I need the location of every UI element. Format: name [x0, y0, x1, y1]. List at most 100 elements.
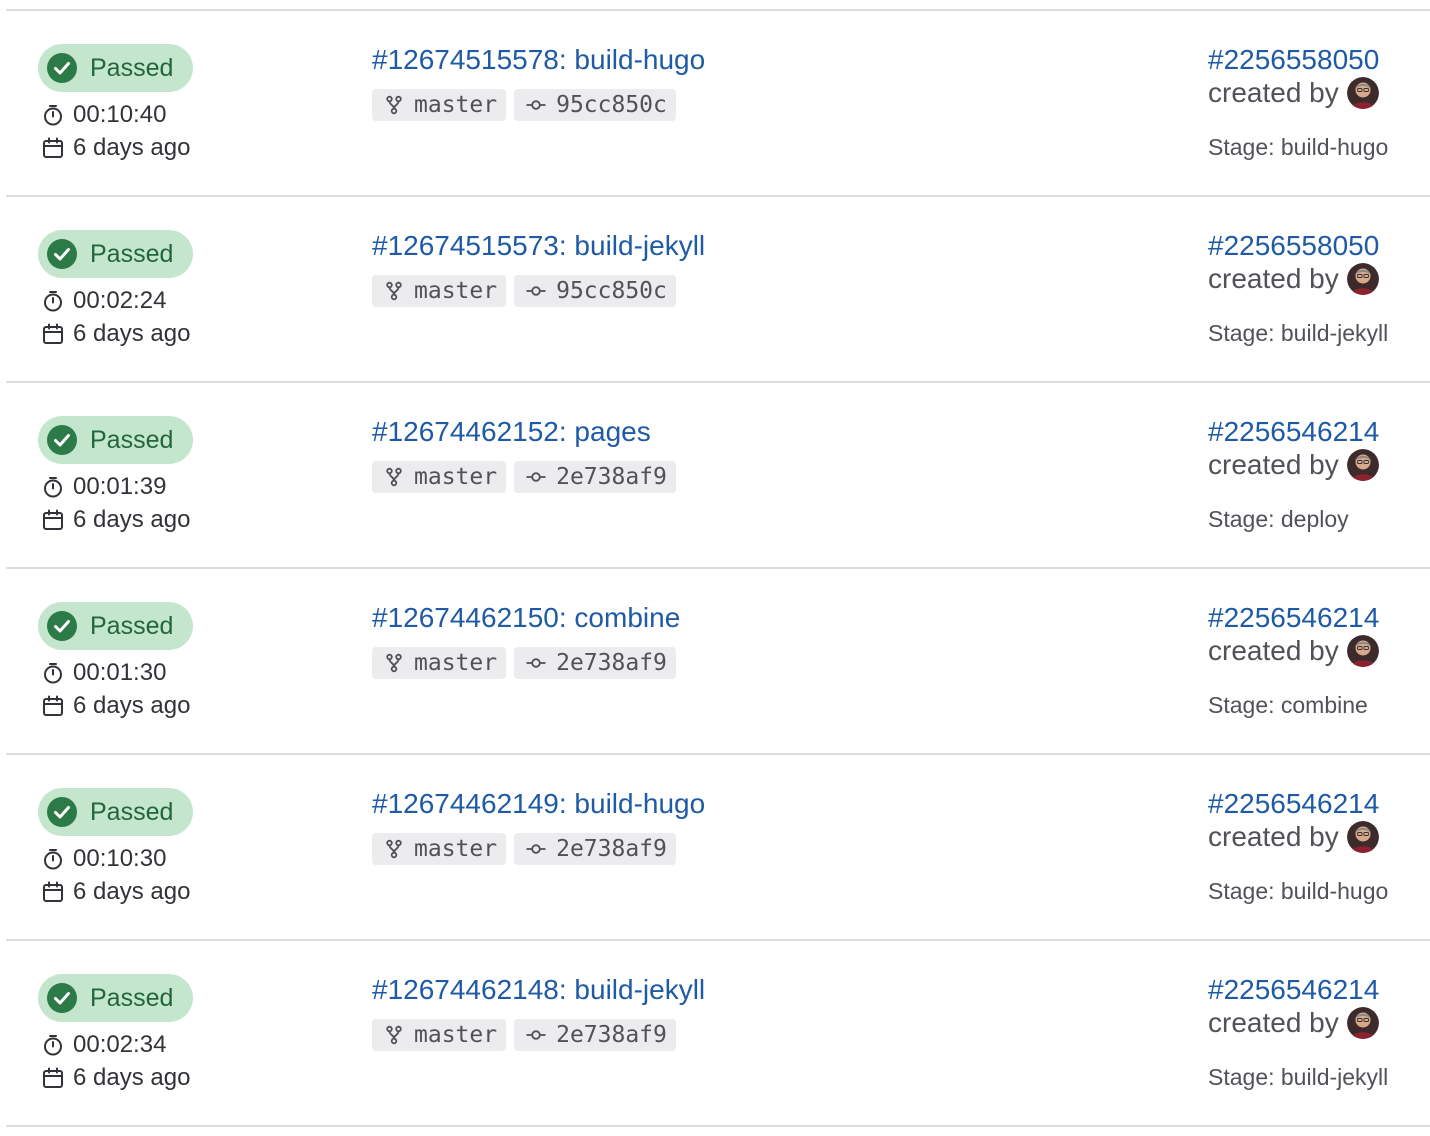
job-link[interactable]: #12674515578: build-hugo [372, 43, 705, 77]
finished-text: 6 days ago [73, 506, 191, 533]
finished-at: 6 days ago [42, 319, 190, 349]
created-by-label: created by [1208, 821, 1339, 852]
job-link[interactable]: #12674462148: build-jekyll [372, 973, 705, 1007]
finished-at: 6 days ago [42, 1063, 190, 1093]
commit-icon [526, 658, 546, 668]
branch-chip[interactable]: master [372, 461, 507, 493]
status-badge[interactable]: Passed [38, 974, 193, 1022]
commit-sha: 2e738af9 [556, 1022, 667, 1048]
branch-icon [386, 653, 402, 673]
commit-icon [526, 472, 546, 482]
stopwatch-icon [44, 291, 62, 312]
commit-chip[interactable]: 2e738af9 [514, 647, 676, 679]
branch-name: master [414, 278, 498, 304]
created-by-label: created by [1208, 263, 1339, 294]
pipeline-link[interactable]: #2256546214 [1208, 973, 1379, 1007]
job-link[interactable]: #12674515573: build-jekyll [372, 229, 705, 263]
commit-icon [526, 100, 546, 110]
check-circle-icon [47, 797, 77, 827]
ref-row: master 95cc850c [372, 275, 676, 307]
check-circle-icon [47, 53, 77, 83]
stage-label: Stage: build-jekyll [1208, 320, 1389, 346]
ref-row: master 95cc850c [372, 89, 676, 121]
calendar-icon [43, 881, 63, 902]
job-link[interactable]: #12674462149: build-hugo [372, 787, 705, 821]
commit-chip[interactable]: 95cc850c [514, 275, 676, 307]
ref-row: master 2e738af9 [372, 833, 676, 865]
duration: 00:02:24 [42, 286, 166, 316]
status-label: Passed [90, 798, 174, 826]
commit-chip[interactable]: 2e738af9 [514, 461, 676, 493]
duration-text: 00:10:30 [73, 845, 167, 872]
stopwatch-icon [44, 1035, 62, 1056]
finished-at: 6 days ago [42, 877, 190, 907]
pipeline-link[interactable]: #2256558050 [1208, 43, 1379, 77]
status-label: Passed [90, 984, 174, 1012]
ref-row: master 2e738af9 [372, 1019, 676, 1051]
job-link[interactable]: #12674462152: pages [372, 415, 651, 449]
commit-chip[interactable]: 95cc850c [514, 89, 676, 121]
duration: 00:02:34 [42, 1030, 166, 1060]
commit-chip[interactable]: 2e738af9 [514, 1019, 676, 1051]
finished-at: 6 days ago [42, 691, 190, 721]
check-circle-icon [47, 239, 77, 269]
commit-sha: 95cc850c [556, 92, 667, 118]
branch-name: master [414, 836, 498, 862]
status-badge[interactable]: Passed [38, 44, 193, 92]
branch-icon [386, 467, 402, 487]
pipeline-link[interactable]: #2256546214 [1208, 601, 1379, 635]
created-by-label: created by [1208, 449, 1339, 480]
created-by-label: created by [1208, 77, 1339, 108]
calendar-icon [43, 323, 63, 344]
pipeline-link[interactable]: #2256558050 [1208, 229, 1379, 263]
branch-name: master [414, 92, 498, 118]
duration-text: 00:02:24 [73, 287, 167, 314]
commit-sha: 2e738af9 [556, 836, 667, 862]
commit-icon [526, 1030, 546, 1040]
status-badge[interactable]: Passed [38, 788, 193, 836]
created-by: created by [1208, 820, 1379, 854]
job-link[interactable]: #12674462150: combine [372, 601, 680, 635]
branch-name: master [414, 1022, 498, 1048]
finished-text: 6 days ago [73, 692, 191, 719]
status-badge[interactable]: Passed [38, 416, 193, 464]
calendar-icon [43, 1067, 63, 1088]
branch-chip[interactable]: master [372, 1019, 507, 1051]
status-badge[interactable]: Passed [38, 602, 193, 650]
user-avatar[interactable] [1346, 1007, 1379, 1039]
pipeline-link[interactable]: #2256546214 [1208, 787, 1379, 821]
user-avatar[interactable] [1346, 821, 1379, 853]
stage-label: Stage: build-jekyll [1208, 1064, 1389, 1090]
commit-chip[interactable]: 2e738af9 [514, 833, 676, 865]
duration: 00:01:30 [42, 658, 166, 688]
user-avatar[interactable] [1346, 449, 1379, 481]
user-avatar[interactable] [1346, 635, 1379, 667]
stage-label: Stage: combine [1208, 692, 1368, 718]
branch-chip[interactable]: master [372, 833, 507, 865]
finished-at: 6 days ago [42, 505, 190, 535]
branch-icon [386, 839, 402, 859]
job-row: Passed 00:10:30 6 days ago #12674462149:… [6, 755, 1430, 941]
created-by-label: created by [1208, 635, 1339, 666]
status-label: Passed [90, 54, 174, 82]
stopwatch-icon [44, 849, 62, 870]
branch-icon [386, 281, 402, 301]
created-by: created by [1208, 262, 1379, 296]
check-circle-icon [47, 611, 77, 641]
finished-at: 6 days ago [42, 133, 190, 163]
created-by: created by [1208, 634, 1379, 668]
job-row: Passed 00:02:24 6 days ago #12674515573:… [6, 197, 1430, 383]
stage-label: Stage: deploy [1208, 506, 1349, 532]
branch-name: master [414, 650, 498, 676]
status-badge[interactable]: Passed [38, 230, 193, 278]
branch-chip[interactable]: master [372, 89, 507, 121]
branch-chip[interactable]: master [372, 275, 507, 307]
job-row: Passed 00:10:40 6 days ago #12674515578:… [6, 11, 1430, 197]
finished-text: 6 days ago [73, 878, 191, 905]
pipeline-link[interactable]: #2256546214 [1208, 415, 1379, 449]
user-avatar[interactable] [1346, 77, 1379, 109]
duration-text: 00:01:39 [73, 473, 167, 500]
branch-chip[interactable]: master [372, 647, 507, 679]
user-avatar[interactable] [1346, 263, 1379, 295]
duration-text: 00:01:30 [73, 659, 167, 686]
